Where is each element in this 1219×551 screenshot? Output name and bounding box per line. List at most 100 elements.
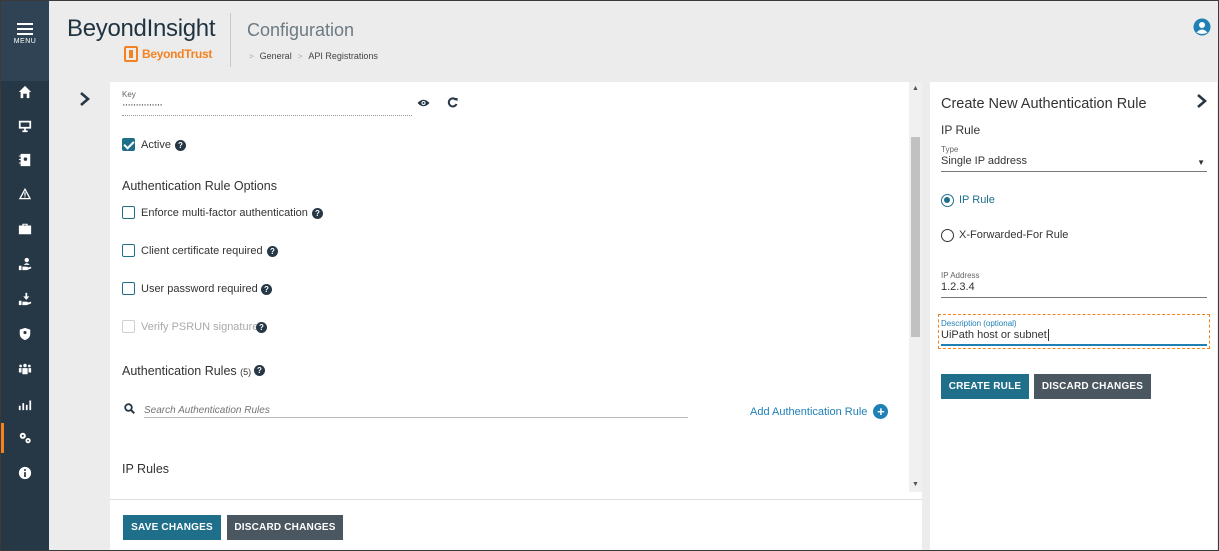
ip-address-input[interactable]: 1.2.3.4 <box>941 281 1207 298</box>
discard-changes-button[interactable]: DISCARD CHANGES <box>227 515 343 540</box>
api-registration-form: Key ··············· Active ? Authenticat… <box>110 82 922 550</box>
sidebar-item-deployment[interactable] <box>1 284 49 314</box>
chevron-right-icon[interactable] <box>1196 94 1207 108</box>
header-divider <box>230 13 231 67</box>
key-field[interactable]: ··············· <box>122 99 412 116</box>
sidebar-item-about[interactable] <box>1 458 49 488</box>
help-icon[interactable]: ? <box>261 284 272 295</box>
refresh-icon[interactable] <box>447 97 458 108</box>
panel-discard-changes-button[interactable]: DISCARD CHANGES <box>1034 374 1151 399</box>
description-label: Description (optional) <box>941 319 1017 328</box>
sidebar-item-security[interactable] <box>1 319 49 349</box>
type-select[interactable]: Single IP address ▼ <box>941 155 1207 172</box>
sidebar-item-assets[interactable] <box>1 111 49 141</box>
breadcrumb: > General > API Registrations <box>249 51 378 61</box>
description-input[interactable]: UiPath host or subnet <box>941 329 1207 346</box>
chevron-right-icon: > <box>249 51 254 61</box>
page-title: Configuration <box>247 20 355 40</box>
key-label: Key <box>122 90 136 99</box>
x-forwarded-for-radio-label: X-Forwarded-For Rule <box>959 229 1069 241</box>
active-checkbox[interactable] <box>122 138 135 151</box>
analytics-icon <box>18 400 32 411</box>
plus-circle-icon: + <box>873 404 889 419</box>
x-forwarded-for-radio[interactable] <box>941 229 954 242</box>
ip-rule-radio[interactable] <box>941 194 954 207</box>
ip-rules-title: IP Rules <box>122 462 170 476</box>
briefcase-icon <box>18 223 32 235</box>
auth-rule-options-title: Authentication Rule Options <box>122 179 277 193</box>
hand-user-icon <box>18 257 32 271</box>
user-password-label: User password required <box>141 283 258 295</box>
ip-rule-radio-label: IP Rule <box>959 194 995 206</box>
brand-logo: BeyondTrust <box>124 46 212 62</box>
menu-button[interactable]: MENU <box>1 1 49 81</box>
active-label: Active <box>141 139 171 151</box>
auth-rules-title-text: Authentication Rules <box>122 364 237 378</box>
scrollbar-thumb[interactable] <box>911 137 920 337</box>
warning-icon <box>18 187 32 200</box>
scrollbar[interactable]: ▲ ▼ <box>909 82 922 492</box>
text-cursor <box>1047 329 1049 341</box>
sidebar: MENU <box>1 1 49 550</box>
help-icon[interactable]: ? <box>312 208 323 219</box>
help-icon[interactable]: ? <box>256 322 267 333</box>
auth-rules-count: (5) <box>240 367 252 377</box>
add-authentication-rule-label: Add Authentication Rule <box>750 405 868 418</box>
sidebar-item-vulnerabilities[interactable] <box>1 179 49 209</box>
create-rule-panel: Create New Authentication Rule IP Rule T… <box>930 82 1217 550</box>
sidebar-item-user-management[interactable] <box>1 249 49 279</box>
brand-logo-text: BeyondTrust <box>142 47 213 61</box>
expand-nav-button[interactable] <box>74 89 94 109</box>
add-authentication-rule-link[interactable]: Add Authentication Rule + <box>750 404 889 419</box>
hand-download-icon <box>18 292 32 306</box>
home-icon <box>18 85 32 99</box>
user-account-icon[interactable] <box>1193 18 1211 36</box>
brand-title: BeyondInsight <box>67 15 216 42</box>
sidebar-item-configuration[interactable] <box>1 423 49 453</box>
chevron-right-icon: > <box>297 51 303 61</box>
eye-icon[interactable] <box>417 98 430 108</box>
client-certificate-label: Client certificate required <box>141 245 263 257</box>
sidebar-item-jobs[interactable] <box>1 214 49 244</box>
users-icon <box>18 363 32 375</box>
chevron-right-icon <box>79 92 90 106</box>
sidebar-item-groups[interactable] <box>1 354 49 384</box>
type-label: Type <box>941 145 959 154</box>
sidebar-item-analytics[interactable] <box>1 389 49 419</box>
monitor-icon <box>18 120 32 133</box>
description-value: UiPath host or subnet <box>941 329 1047 341</box>
menu-label: MENU <box>13 38 37 45</box>
sidebar-item-home[interactable] <box>1 77 49 107</box>
panel-title: Create New Authentication Rule <box>941 96 1147 112</box>
help-icon[interactable]: ? <box>267 246 278 257</box>
user-password-checkbox[interactable] <box>122 282 135 295</box>
verify-psrun-label: Verify PSRUN signature <box>141 321 259 333</box>
enforce-mfa-checkbox[interactable] <box>122 206 135 219</box>
save-changes-button[interactable]: SAVE CHANGES <box>123 515 221 540</box>
sidebar-item-directory[interactable] <box>1 145 49 175</box>
form-scroll-area: Key ··············· Active ? Authenticat… <box>110 82 922 492</box>
beyondtrust-logo-icon <box>124 46 138 62</box>
breadcrumb-item-api-registrations: API Registrations <box>308 51 378 61</box>
search-icon <box>124 403 135 414</box>
scroll-up-arrow-icon[interactable]: ▲ <box>912 85 919 92</box>
help-icon[interactable]: ? <box>254 365 265 376</box>
cogs-icon <box>19 432 31 444</box>
panel-subtitle: IP Rule <box>941 123 981 137</box>
form-footer: SAVE CHANGES DISCARD CHANGES <box>110 499 922 550</box>
search-rules-input[interactable] <box>144 405 688 416</box>
help-icon[interactable]: ? <box>175 140 186 151</box>
enforce-mfa-label: Enforce multi-factor authentication <box>141 207 308 219</box>
ip-address-label: IP Address <box>941 271 980 280</box>
type-select-value: Single IP address <box>941 155 1028 167</box>
caret-down-icon: ▼ <box>1197 158 1205 167</box>
client-certificate-checkbox[interactable] <box>122 244 135 257</box>
verify-psrun-checkbox <box>122 320 135 333</box>
address-book-icon <box>18 153 31 167</box>
auth-rules-title: Authentication Rules (5) <box>122 364 251 378</box>
header: BeyondInsight BeyondTrust Configuration … <box>49 1 1217 80</box>
create-rule-button[interactable]: CREATE RULE <box>941 374 1029 399</box>
scroll-down-arrow-icon[interactable]: ▼ <box>912 481 919 488</box>
shield-user-icon <box>19 327 31 341</box>
breadcrumb-item-general[interactable]: General <box>260 51 292 61</box>
